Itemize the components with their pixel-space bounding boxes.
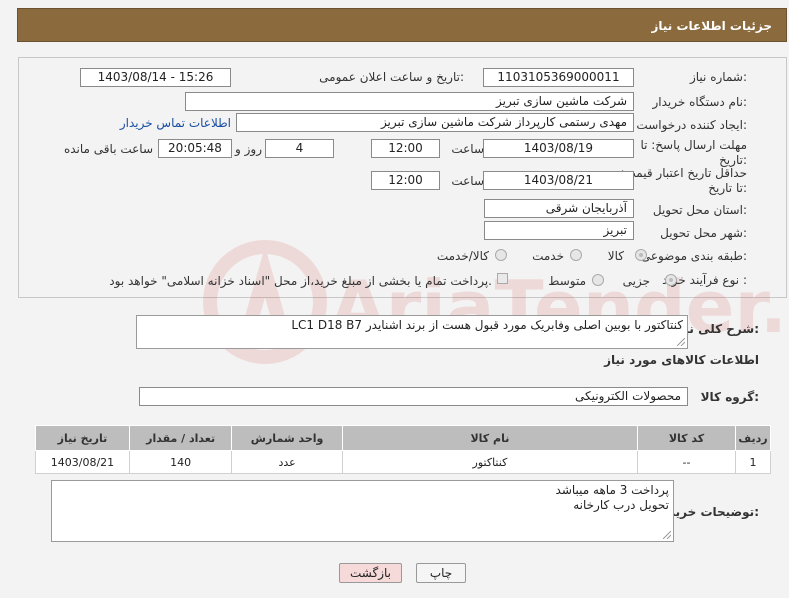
goods-group-label: گروه کالا: — [700, 390, 759, 404]
category-radio-both[interactable] — [495, 249, 507, 261]
cell-row-number: 1 — [735, 450, 771, 474]
table-row: 1403/08/21 140 عدد کنتاکتور -- 1 — [35, 450, 771, 474]
col-row-number: ردیف — [735, 425, 771, 451]
buyer-org-field: شرکت ماشین سازی تبریز — [185, 92, 634, 111]
cell-quantity: 140 — [128, 450, 233, 474]
col-item-name: نام کالا — [341, 425, 638, 451]
category-label: طبقه بندی موضوعی: — [640, 249, 747, 263]
col-unit: واحد شمارش — [231, 425, 343, 451]
days-label: روز و — [235, 142, 262, 156]
validity-date-field: 1403/08/21 — [483, 171, 634, 190]
city-label: شهر محل تحویل: — [660, 226, 747, 240]
province-field: آذربایجان شرقی — [484, 199, 634, 218]
cell-need-date: 1403/08/21 — [35, 450, 130, 474]
purchase-option-medium: متوسط — [548, 274, 586, 288]
buyer-notes-line-1: پرداخت 3 ماهه میباشد — [555, 483, 669, 497]
creator-field: مهدی رستمی کارپرداز شرکت ماشین سازی تبری… — [236, 113, 634, 132]
category-radio-service[interactable] — [570, 249, 582, 261]
resize-handle-icon — [663, 531, 671, 539]
goods-table: تاریخ نیاز تعداد / مقدار واحد شمارش نام … — [35, 425, 771, 474]
treasury-checkbox[interactable] — [497, 273, 508, 284]
treasury-text: پرداخت تمام یا بخشی از مبلغ خرید،از محل … — [109, 274, 492, 288]
purchase-radio-minor[interactable] — [665, 274, 677, 286]
need-number-field: 1103105369000011 — [483, 68, 634, 87]
page-title: جزئیات اطلاعات نیاز — [651, 19, 772, 33]
deadline-time-field: 12:00 — [371, 139, 440, 158]
category-option-service: خدمت — [532, 249, 564, 263]
resize-handle-icon — [677, 338, 685, 346]
validity-time-field: 12:00 — [371, 171, 440, 190]
creator-label: ایجاد کننده درخواست: — [636, 118, 747, 132]
deadline-date-field: 1403/08/19 — [483, 139, 634, 158]
deadline-label: مهلت ارسال پاسخ: تا تاریخ: — [640, 138, 747, 167]
cell-item-code: -- — [636, 450, 737, 474]
goods-group-field: محصولات الکترونیکی — [139, 387, 688, 406]
description-text: کنتاکتور با بوبین اصلی وفابریک مورد قبول… — [291, 318, 683, 332]
validity-time-label: ساعت — [451, 174, 484, 188]
validity-label: حداقل تاریخ اعتبار قیمت: تا تاریخ: — [620, 166, 747, 195]
days-remaining-field: 4 — [265, 139, 334, 158]
page-header: جزئیات اطلاعات نیاز — [17, 8, 787, 42]
time-remaining-label: ساعت باقی مانده — [63, 142, 153, 156]
category-option-goods: کالا — [607, 249, 624, 263]
buyer-notes-textarea: پرداخت 3 ماهه میباشد تحویل درب کارخانه — [51, 480, 674, 542]
goods-table-header: تاریخ نیاز تعداد / مقدار واحد شمارش نام … — [35, 425, 771, 451]
deadline-time-label: ساعت — [451, 142, 484, 156]
goods-section-title: اطلاعات کالاهای مورد نیاز — [604, 353, 759, 367]
category-option-both: کالا/خدمت — [436, 249, 489, 263]
col-need-date: تاریخ نیاز — [35, 425, 130, 451]
back-button[interactable]: بازگشت — [339, 563, 402, 583]
purchase-option-minor: جزیی — [622, 274, 650, 288]
cell-unit: عدد — [231, 450, 343, 474]
buyer-contact-link[interactable]: اطلاعات تماس خریدار — [120, 116, 231, 130]
time-remaining-field: 20:05:48 — [158, 139, 232, 158]
buyer-notes-line-2: تحویل درب کارخانه — [573, 498, 669, 512]
announce-label: تاریخ و ساعت اعلان عمومی: — [319, 70, 464, 84]
cell-item-name: کنتاکتور — [341, 450, 638, 474]
city-field: تبریز — [484, 221, 634, 240]
buyer-org-label: نام دستگاه خریدار: — [652, 95, 748, 109]
announce-field: 1403/08/14 - 15:26 — [80, 68, 231, 87]
print-button[interactable]: چاپ — [416, 563, 466, 583]
category-radio-goods[interactable] — [635, 249, 647, 261]
col-item-code: کد کالا — [636, 425, 737, 451]
purchase-radio-medium[interactable] — [592, 274, 604, 286]
province-label: استان محل تحویل: — [652, 203, 747, 217]
description-textarea: کنتاکتور با بوبین اصلی وفابریک مورد قبول… — [136, 315, 688, 349]
need-number-label: شماره نیاز: — [689, 70, 747, 84]
col-quantity: تعداد / مقدار — [128, 425, 233, 451]
